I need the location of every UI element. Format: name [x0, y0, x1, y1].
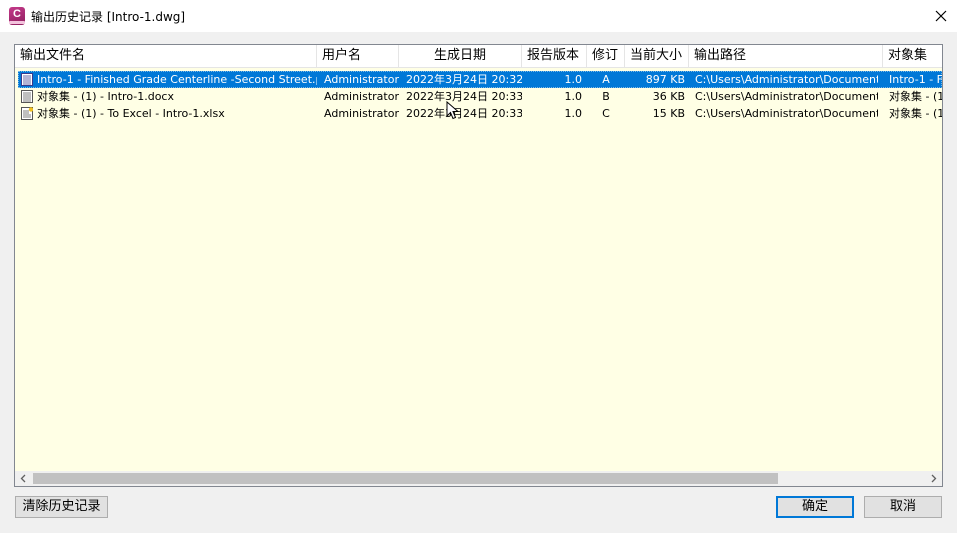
scrollbar-thumb[interactable] [33, 473, 778, 484]
doc-file-icon [21, 90, 33, 103]
cell-path: C:\Users\Administrator\Documents\ [695, 107, 878, 120]
table-row[interactable]: 对象集 - (1) - Intro-1.docx Administrator 2… [18, 88, 942, 105]
column-header-size[interactable]: 当前大小 [625, 45, 689, 68]
cell-user: Administrator [324, 90, 399, 103]
cell-path: C:\Users\Administrator\Documents\ [695, 73, 878, 86]
cell-filename: 对象集 - (1) - To Excel - Intro-1.xlsx [37, 107, 225, 120]
xlsx-file-icon [21, 107, 33, 120]
list-header: 输出文件名 用户名 生成日期 报告版本 修订 当前大小 输出路径 对象集 [15, 45, 942, 68]
cell-object-set: 对象集 - (1 [889, 90, 942, 103]
cell-filename: Intro-1 - Finished Grade Centerline -Sec… [37, 73, 317, 86]
cell-size: 36 KB [652, 90, 685, 103]
cell-object-set: Intro-1 - Fi [889, 73, 942, 86]
cell-user: Administrator [324, 73, 399, 86]
table-row[interactable]: 对象集 - (1) - To Excel - Intro-1.xlsx Admi… [18, 105, 942, 122]
cell-date: 2022年3月24日 20:33 [406, 90, 522, 103]
cell-revision: C [602, 107, 610, 120]
cell-date: 2022年3月24日 20:33 [406, 107, 522, 120]
scroll-right-button[interactable] [926, 471, 942, 486]
close-icon [935, 10, 947, 22]
output-history-list[interactable]: 输出文件名 用户名 生成日期 报告版本 修订 当前大小 输出路径 对象集 Int… [14, 44, 943, 487]
column-header-revision[interactable]: 修订 [587, 45, 625, 68]
cell-size: 897 KB [645, 73, 685, 86]
pdf-file-icon [21, 73, 33, 86]
cell-path: C:\Users\Administrator\Documents\ [695, 90, 878, 103]
cell-version: 1.0 [564, 107, 583, 120]
cell-revision: A [602, 73, 610, 86]
civil3d-app-icon: C [9, 7, 25, 25]
column-header-version[interactable]: 报告版本 [522, 45, 587, 68]
cancel-button[interactable]: 取消 [864, 496, 942, 518]
cell-version: 1.0 [564, 73, 583, 86]
close-button[interactable] [925, 0, 957, 32]
cell-object-set: 对象集 - (1 [889, 107, 942, 120]
chevron-left-icon [20, 474, 26, 483]
title-bar: C 输出历史记录 [Intro-1.dwg] [0, 0, 957, 32]
clear-history-button[interactable]: 清除历史记录 [15, 496, 108, 518]
column-header-filename[interactable]: 输出文件名 [15, 45, 317, 68]
window-title: 输出历史记录 [Intro-1.dwg] [31, 10, 186, 24]
horizontal-scrollbar[interactable] [15, 471, 942, 486]
column-header-user[interactable]: 用户名 [317, 45, 399, 68]
table-row[interactable]: Intro-1 - Finished Grade Centerline -Sec… [18, 71, 942, 88]
column-header-date[interactable]: 生成日期 [399, 45, 522, 68]
scroll-left-button[interactable] [15, 471, 31, 486]
cell-user: Administrator [324, 107, 399, 120]
column-header-object-set[interactable]: 对象集 [883, 45, 942, 68]
cell-size: 15 KB [652, 107, 685, 120]
chevron-right-icon [931, 474, 937, 483]
cell-filename: 对象集 - (1) - Intro-1.docx [37, 90, 174, 103]
column-header-path[interactable]: 输出路径 [689, 45, 883, 68]
mouse-cursor-icon [446, 101, 460, 120]
cell-date: 2022年3月24日 20:32 [406, 73, 522, 86]
cell-version: 1.0 [564, 90, 583, 103]
ok-button[interactable]: 确定 [776, 496, 854, 518]
cell-revision: B [602, 90, 610, 103]
